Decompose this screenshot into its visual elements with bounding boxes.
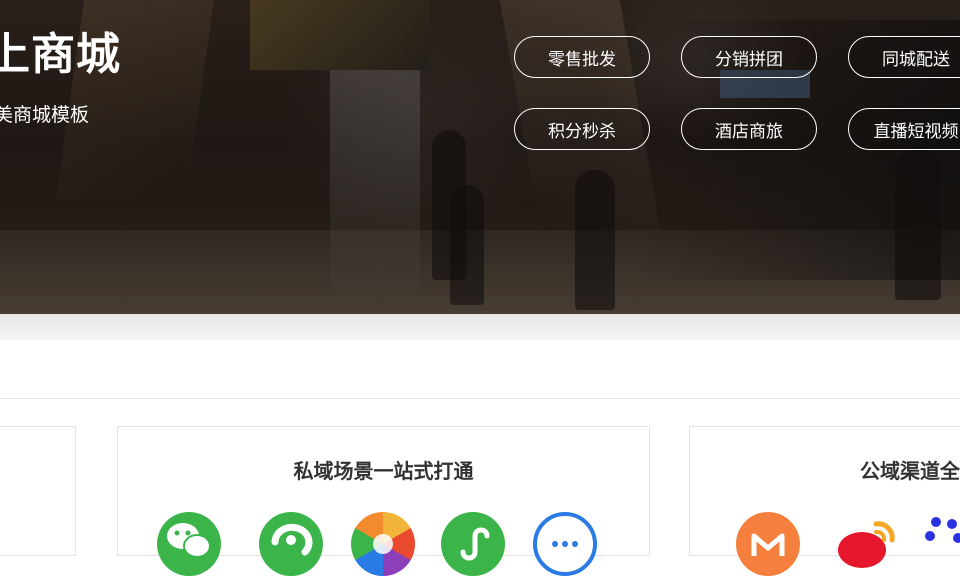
feature-card-public-domain: 公域渠道全 [689,426,960,556]
hero-subtitle: 美商城模板 [0,104,90,126]
retail-wholesale-button[interactable]: 零售批发 [514,36,650,78]
wechat-icon [157,512,221,576]
weibo-icon [832,512,896,576]
divider-line [0,398,960,399]
card-title: 公域渠道全 [860,459,960,483]
card-title: 私域场景一站式打通 [293,459,474,483]
points-flash-sale-button[interactable]: 积分秒杀 [514,108,650,150]
hero-overlay [0,0,960,314]
wechat-pay-icon [259,512,323,576]
local-delivery-button[interactable]: 同城配送 [848,36,960,78]
live-short-video-button[interactable]: 直播短视频 [848,108,960,150]
meituan-icon [736,512,800,576]
hero-banner: 上商城 美商城模板 零售批发 分销拼团 同城配送 积分秒杀 酒店商旅 直播短视频 [0,0,960,314]
baidu-icon [922,512,960,576]
hero-title: 上商城 [0,29,121,80]
section-separator [0,314,960,340]
feature-card-left [0,426,76,556]
distribution-group-button[interactable]: 分销拼团 [681,36,817,78]
chat-bubble-icon [533,512,597,576]
camera-aperture-icon [351,512,415,576]
mini-program-icon [441,512,505,576]
hotel-travel-button[interactable]: 酒店商旅 [681,108,817,150]
